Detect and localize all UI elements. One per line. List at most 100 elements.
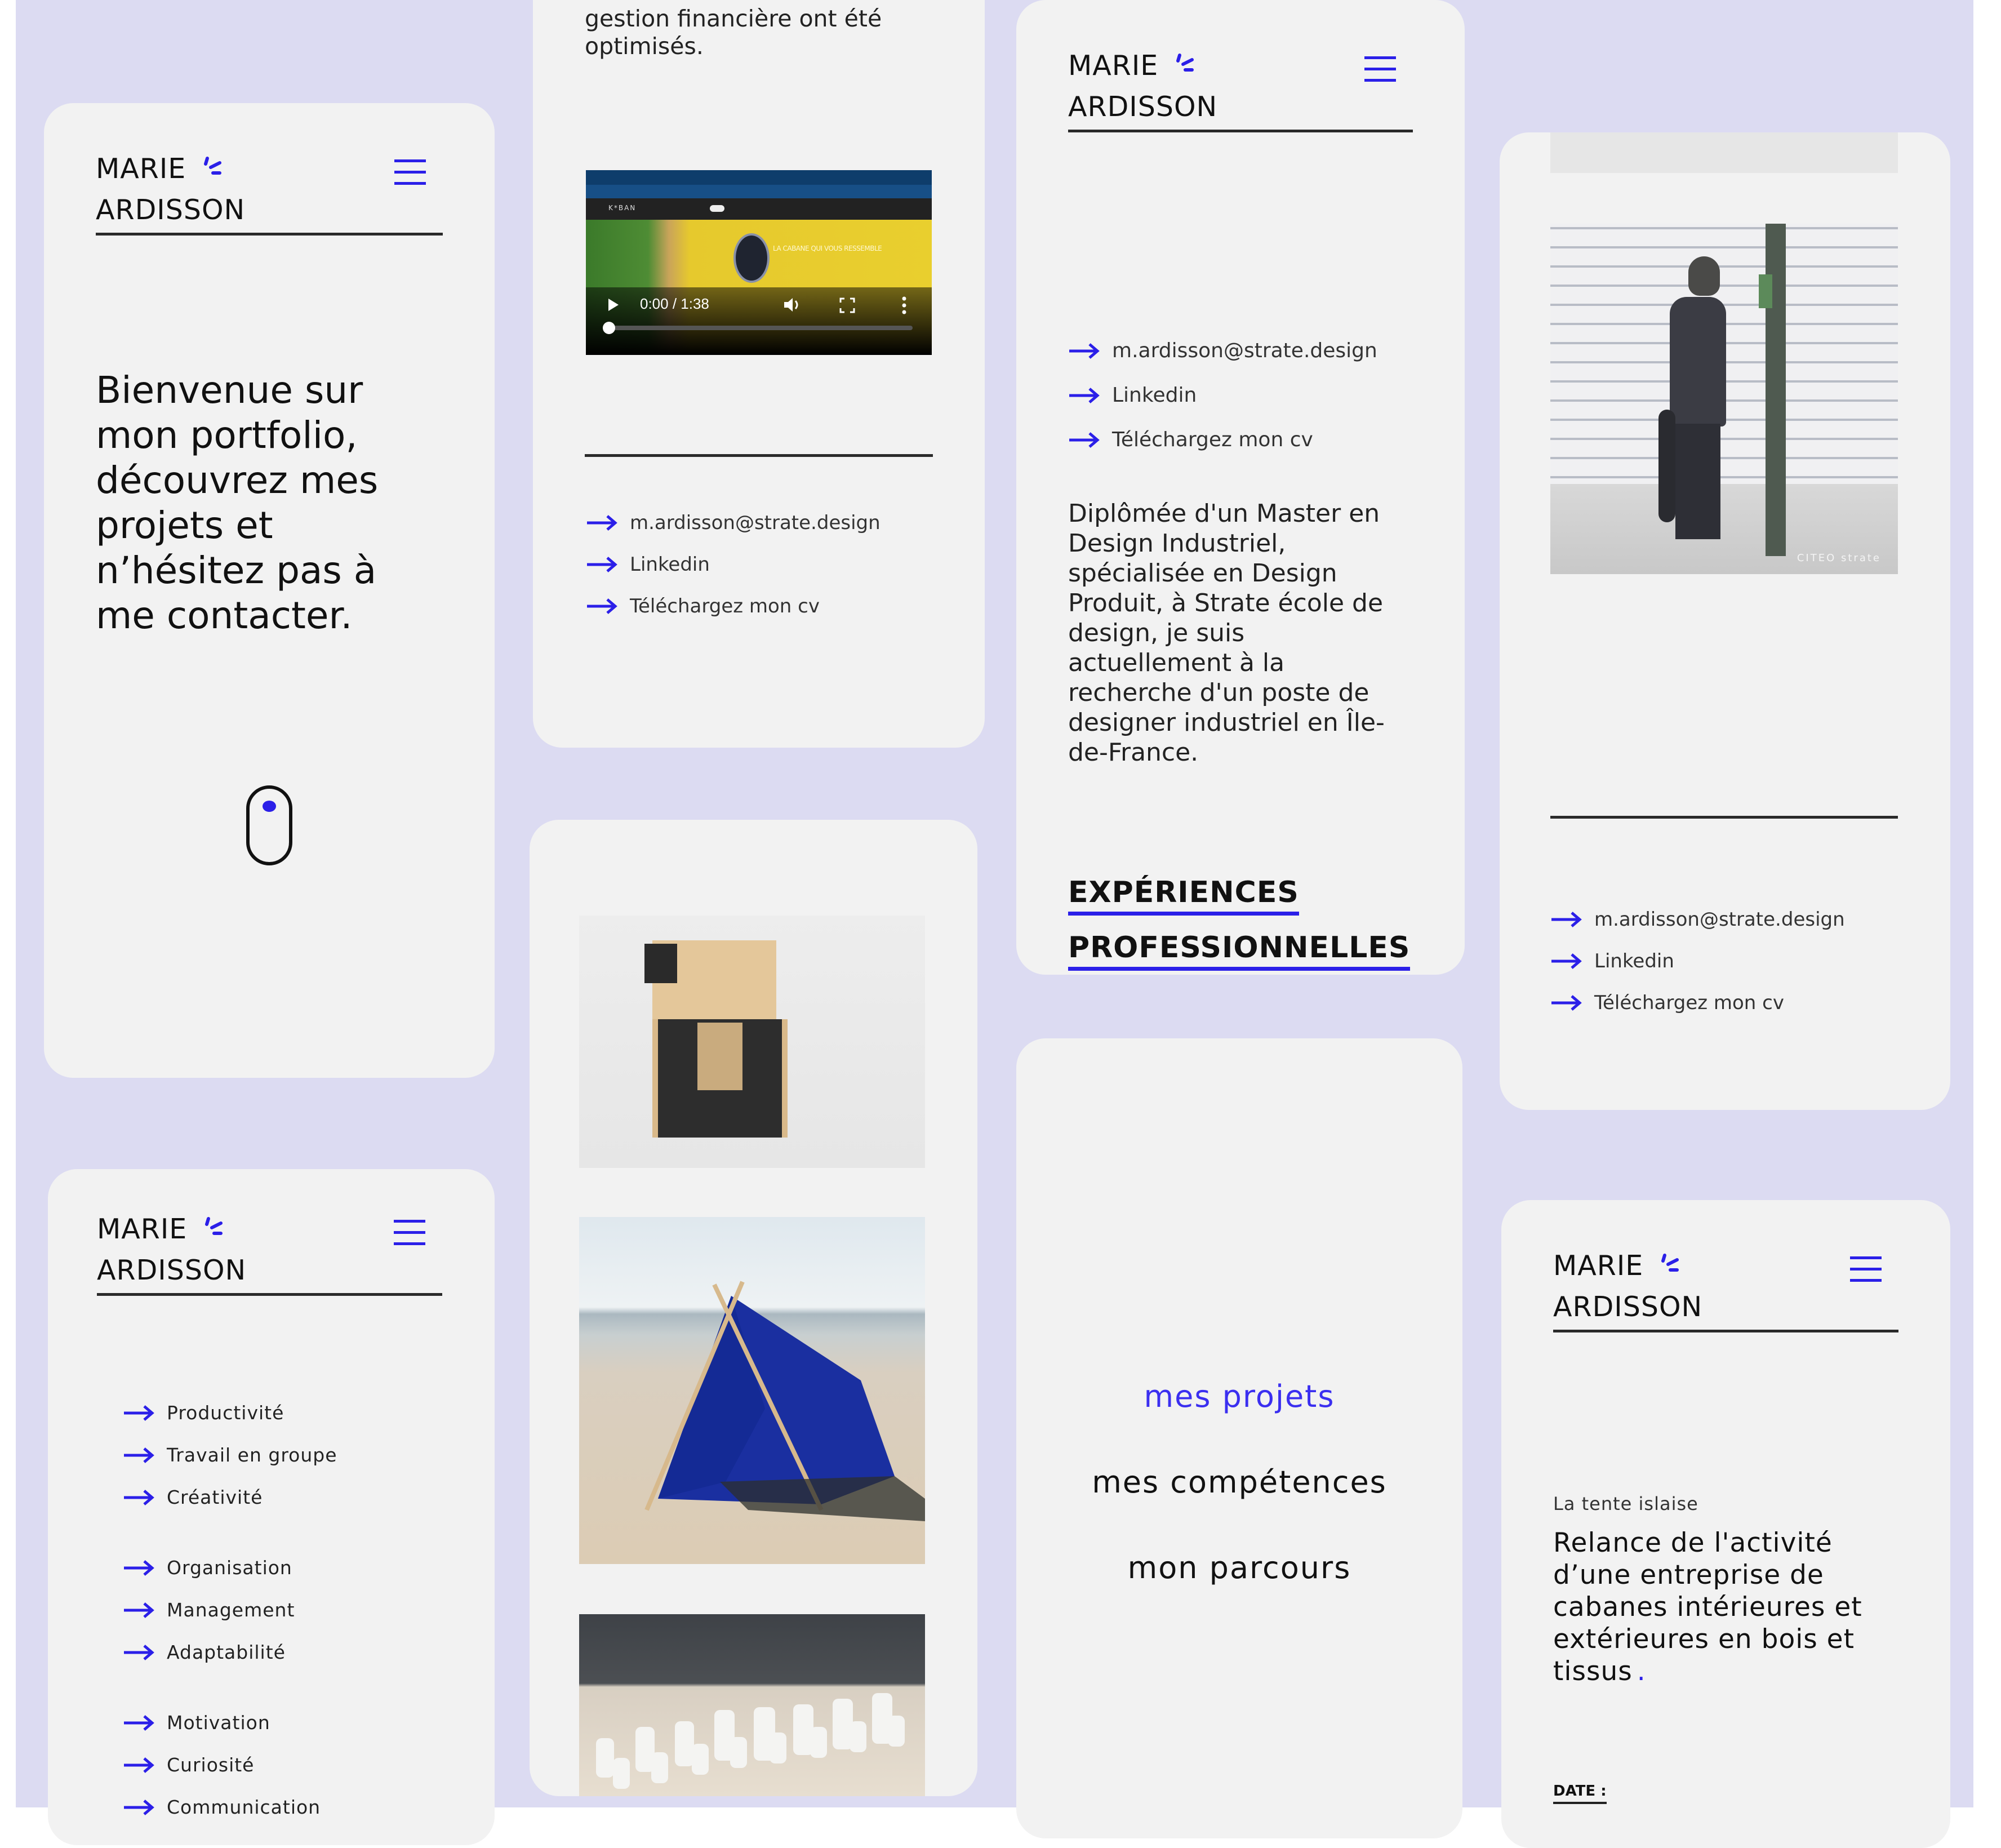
project-detail-card: MARIE ARDISSON La tente islaise Relance … (1501, 1200, 1950, 1848)
contact-link-email[interactable]: m.ardisson@strate.design (1550, 899, 1845, 940)
contact-link-cv[interactable]: Téléchargez mon cv (1068, 417, 1377, 462)
logo-spark-icon (204, 157, 221, 175)
nav-item-skills[interactable]: mes compétences (1016, 1440, 1462, 1525)
video-player[interactable]: K*BAN LA CABANE QUI VOUS RESSEMBLE 0:00 … (586, 170, 932, 355)
contact-link-email[interactable]: m.ardisson@strate.design (586, 502, 881, 544)
section-divider (585, 454, 933, 457)
skill-item: Adaptabilité (123, 1631, 337, 1673)
arrow-right-icon (124, 1714, 154, 1731)
arrow-right-icon (1069, 432, 1100, 448)
play-icon[interactable] (607, 297, 620, 312)
site-logo: K*BAN (608, 204, 637, 212)
date-label: DATE : (1553, 1783, 1898, 1804)
cabin-panel (644, 944, 677, 983)
image-placeholder (1550, 132, 1898, 173)
skills-card: MARIE ARDISSON Productivité Travail en g… (48, 1169, 495, 1845)
mouse-scroll-icon[interactable] (246, 785, 293, 866)
nav-menu: mes projets mes compétences mon parcours (1016, 1354, 1462, 1611)
logo-spark-icon (205, 1217, 223, 1235)
video-seek-handle[interactable] (603, 322, 615, 334)
person-head (1688, 256, 1720, 296)
project-video-card: suivi des commandes et la gestion financ… (533, 0, 985, 748)
blue-tent-shape (644, 1281, 925, 1521)
video-time: 0:00 / 1:38 (640, 295, 709, 312)
browser-urlbar (586, 185, 932, 198)
nav-pill (710, 205, 724, 212)
skills-list: Productivité Travail en groupe Créativit… (123, 1392, 337, 1828)
person-body (1670, 297, 1726, 427)
arrow-right-icon (587, 557, 617, 572)
pole (1766, 224, 1786, 556)
site-header: MARIE ARDISSON (96, 148, 443, 236)
logo-spark-icon (1661, 1254, 1679, 1272)
skill-item: Travail en groupe (123, 1434, 337, 1476)
arrow-right-icon (587, 515, 617, 531)
arrow-right-icon (124, 1644, 154, 1660)
welcome-card: MARIE ARDISSON Bienvenue sur mon portfol… (44, 103, 495, 1078)
arrow-right-icon (124, 1757, 154, 1773)
menu-button[interactable] (394, 159, 426, 185)
contact-link-linkedin[interactable]: Linkedin (1550, 940, 1845, 982)
fullscreen-icon[interactable] (839, 297, 855, 313)
contact-link-cv[interactable]: Téléchargez mon cv (586, 585, 881, 627)
gallery-image-cabin[interactable] (579, 916, 925, 1168)
nav-item-projects[interactable]: mes projets (1016, 1354, 1462, 1440)
street-photo[interactable]: CITEO strate (1550, 224, 1898, 574)
skill-item: Motivation (123, 1702, 337, 1744)
gallery-image-chess[interactable] (579, 1614, 925, 1796)
skill-item: Créativité (123, 1476, 337, 1518)
arrow-right-icon (124, 1489, 154, 1505)
contact-links: m.ardisson@strate.design Linkedin Téléch… (1550, 899, 1845, 1024)
arrow-right-icon (1551, 953, 1582, 969)
project-title: Relance de l'activité d’une entreprise d… (1553, 1527, 1862, 1687)
contact-link-email[interactable]: m.ardisson@strate.design (1068, 328, 1377, 373)
site-navbar: K*BAN (586, 198, 932, 220)
about-card: MARIE ARDISSON m.ardisson@strate.design … (1016, 0, 1465, 975)
bio-text: Diplômée d'un Master en Design Industrie… (1068, 499, 1385, 767)
volume-icon[interactable] (783, 296, 802, 313)
site-header: MARIE ARDISSON (97, 1209, 442, 1296)
project-description: suivi des commandes et la gestion financ… (585, 0, 893, 60)
section-divider (1550, 816, 1898, 819)
video-controls: 0:00 / 1:38 (586, 287, 932, 355)
cabin-opening (697, 1023, 742, 1090)
arrow-right-icon (1551, 912, 1582, 927)
contact-link-linkedin[interactable]: Linkedin (1068, 373, 1377, 417)
arrow-right-icon (124, 1447, 154, 1463)
chess-pieces (596, 1693, 905, 1789)
menu-button[interactable] (394, 1220, 425, 1246)
nav-item-journey[interactable]: mon parcours (1016, 1525, 1462, 1611)
menu-button[interactable] (1850, 1256, 1882, 1282)
thumbnail-headline: LA CABANE QUI VOUS RESSEMBLE (773, 245, 882, 252)
gallery-card (530, 820, 977, 1796)
intro-text: Bienvenue sur mon portfolio, découvrez m… (96, 368, 379, 637)
arrow-right-icon (124, 1560, 154, 1576)
arrow-right-icon (1069, 387, 1100, 403)
photo-watermark: CITEO strate (1797, 552, 1881, 564)
skill-item: Productivité (123, 1392, 337, 1434)
contact-links: m.ardisson@strate.design Linkedin Téléch… (586, 502, 881, 627)
arrow-right-icon (1551, 995, 1582, 1011)
project-eyebrow: La tente islaise (1553, 1493, 1698, 1514)
more-options-icon[interactable] (901, 296, 907, 314)
contact-link-linkedin[interactable]: Linkedin (586, 544, 881, 585)
logo-spark-icon (1176, 54, 1194, 72)
nav-menu-card: mes projets mes compétences mon parcours (1016, 1038, 1462, 1838)
contact-links: m.ardisson@strate.design Linkedin Téléch… (1068, 328, 1377, 462)
pole-device (1759, 274, 1772, 308)
arrow-right-icon (1069, 343, 1100, 359)
photo-card: CITEO strate m.ardisson@strate.design Li… (1500, 132, 1950, 1110)
skill-item: Curiosité (123, 1744, 337, 1786)
video-seek-bar[interactable] (603, 322, 913, 334)
arrow-right-icon (124, 1602, 154, 1618)
contact-link-cv[interactable]: Téléchargez mon cv (1550, 982, 1845, 1024)
skill-item: Organisation (123, 1547, 337, 1589)
menu-button[interactable] (1364, 56, 1396, 82)
thumbnail-badge (733, 233, 770, 283)
skateboard (1658, 410, 1675, 522)
arrow-right-icon (124, 1405, 154, 1421)
browser-tabbar (586, 170, 932, 185)
site-header: MARIE ARDISSON (1553, 1245, 1898, 1332)
gallery-image-tent[interactable] (579, 1217, 925, 1564)
person-legs (1675, 424, 1720, 539)
